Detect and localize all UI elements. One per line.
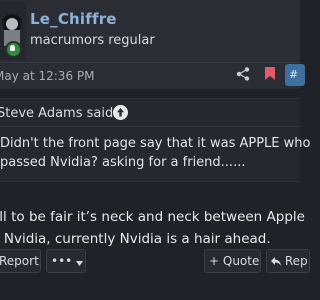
quote-line: Didn't the front page say that it was AP… <box>0 136 311 151</box>
report-label: Report <box>0 254 39 268</box>
reply-label: Rep <box>284 254 308 268</box>
quote-button[interactable]: + Quote <box>204 249 261 273</box>
share-icon[interactable] <box>236 67 250 81</box>
post-line: d Nvidia, currently Nvidia is a hair ahe… <box>0 231 271 247</box>
more-options-button[interactable]: ••• <box>46 249 86 273</box>
quote-author: Steve Adams said: <box>0 106 118 121</box>
arrow-up-circle-icon[interactable] <box>113 105 128 120</box>
report-button[interactable]: Report <box>0 249 41 273</box>
post-timestamp[interactable]: May at 12:36 PM <box>0 69 94 83</box>
username[interactable]: Le_Chiffre <box>30 10 117 28</box>
quote-text: Didn't the front page say that it was AP… <box>0 134 311 172</box>
reply-button[interactable]: Rep <box>266 249 310 273</box>
quote-line: passed Nvidia? asking for a friend...... <box>0 155 246 170</box>
chevron-down-icon <box>76 251 84 273</box>
quote-divider <box>0 126 300 127</box>
post-number[interactable]: # <box>285 64 305 86</box>
post-text: ell to be fair it’s neck and neck betwee… <box>0 206 311 250</box>
reply-icon <box>271 251 281 273</box>
status-icon <box>5 41 22 58</box>
more-label: ••• <box>51 254 73 268</box>
quote-button-label: + Quote <box>209 254 260 268</box>
bookmark-icon[interactable] <box>265 67 275 80</box>
user-title: macrumors regular <box>30 33 155 48</box>
post-line: ell to be fair it’s neck and neck betwee… <box>0 209 305 225</box>
